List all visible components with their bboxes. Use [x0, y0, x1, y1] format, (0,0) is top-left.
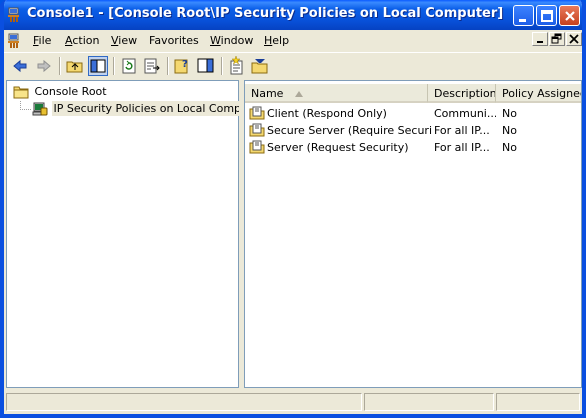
ip-security-policy-icon — [249, 123, 265, 137]
refresh-icon — [122, 58, 136, 74]
help-icon: ? — [174, 59, 188, 74]
close-icon — [569, 34, 579, 44]
column-header-label: Name — [251, 87, 284, 100]
tree-connector — [20, 109, 31, 110]
child-restore-button[interactable] — [549, 32, 565, 46]
column-header-name[interactable]: Name — [245, 84, 428, 103]
column-header-policy-assigned[interactable]: Policy Assigned — [496, 84, 582, 103]
minimize-icon — [537, 41, 543, 43]
list-item[interactable]: Server (Request Security) For all IP... … — [247, 139, 581, 156]
column-header-label: Description — [434, 87, 496, 100]
menu-bar: File Action View Favorites Window Help — [4, 30, 582, 52]
manage-filters-icon — [251, 59, 268, 74]
list-item[interactable]: Client (Respond Only) Communi... No — [247, 105, 581, 122]
menu-favorites[interactable]: Favorites — [149, 34, 199, 47]
policy-description: Communi... — [434, 107, 496, 120]
list-item[interactable]: Secure Server (Require Security) For all… — [247, 122, 581, 139]
close-icon — [565, 11, 575, 21]
forward-button[interactable] — [34, 56, 54, 76]
sort-ascending-icon — [295, 91, 303, 97]
policy-assigned: No — [502, 141, 517, 154]
mmc-window: Console1 - [Console Root\IP Security Pol… — [0, 0, 586, 418]
minimize-icon — [519, 19, 526, 22]
export-list-button[interactable] — [142, 56, 162, 76]
forward-icon — [37, 59, 51, 73]
menu-window[interactable]: Window — [210, 34, 253, 47]
menu-file[interactable]: File — [33, 34, 51, 47]
folder-icon — [13, 86, 29, 99]
show-hide-tree-button[interactable] — [88, 56, 108, 76]
export-list-icon — [144, 58, 160, 74]
child-close-button[interactable] — [566, 32, 582, 46]
tree-node-console-root[interactable]: Console Root — [13, 84, 109, 100]
show-hide-tree-icon — [90, 59, 106, 73]
child-minimize-button[interactable] — [532, 32, 548, 46]
policy-name: Server (Request Security) — [267, 141, 409, 154]
status-panel — [496, 393, 580, 411]
status-bar — [4, 390, 582, 414]
mmc-console-icon — [8, 7, 19, 22]
up-one-level-icon — [66, 61, 83, 73]
tree-node-label: IP Security Policies on Local Computer — [51, 101, 266, 116]
toolbar-separator — [59, 57, 61, 75]
show-hide-action-pane-icon — [197, 58, 214, 73]
title-bar[interactable]: Console1 - [Console Root\IP Security Pol… — [4, 0, 582, 30]
mmc-document-icon[interactable] — [6, 32, 24, 50]
help-button[interactable]: ? — [173, 56, 193, 76]
tree-node-ip-security-policies[interactable]: IP Security Policies on Local Computer — [32, 101, 266, 117]
policy-description: For all IP... — [434, 141, 490, 154]
refresh-button[interactable] — [119, 56, 139, 76]
toolbar: ? — [4, 52, 582, 79]
toolbar-separator — [221, 57, 223, 75]
ip-security-policy-icon — [249, 106, 265, 120]
maximize-icon — [541, 10, 553, 22]
menu-view[interactable]: View — [111, 34, 137, 47]
status-panel — [364, 393, 494, 411]
policy-assigned: No — [502, 124, 517, 137]
policy-assigned: No — [502, 107, 517, 120]
policy-name: Client (Respond Only) — [267, 107, 387, 120]
close-button[interactable] — [559, 5, 580, 26]
column-header-label: Policy Assigned — [502, 87, 582, 100]
maximize-button[interactable] — [536, 5, 557, 26]
column-header-description[interactable]: Description — [428, 84, 496, 103]
new-policy-icon — [230, 55, 243, 75]
toolbar-separator — [113, 57, 115, 75]
restore-icon — [551, 33, 562, 44]
console-tree[interactable]: Console Root IP Security Policies on Loc… — [6, 80, 266, 388]
policy-description: For all IP... — [434, 124, 490, 137]
status-panel — [6, 393, 362, 411]
ip-security-computer-icon — [32, 102, 48, 116]
menu-help[interactable]: Help — [264, 34, 289, 47]
policy-name: Secure Server (Require Security) — [267, 124, 432, 137]
menu-action[interactable]: Action — [65, 34, 99, 47]
minimize-button[interactable] — [513, 5, 534, 26]
new-policy-button[interactable] — [227, 55, 247, 76]
up-one-level-button[interactable] — [65, 56, 85, 76]
manage-filters-button[interactable] — [250, 56, 270, 76]
back-button[interactable] — [10, 56, 30, 76]
window-title: Console1 - [Console Root\IP Security Pol… — [27, 6, 504, 21]
show-hide-action-pane-button[interactable] — [196, 56, 216, 76]
tree-node-label: Console Root — [34, 85, 107, 98]
back-icon — [13, 59, 27, 73]
svg-text:?: ? — [182, 59, 188, 70]
ip-security-policy-icon — [249, 140, 265, 154]
results-list[interactable]: Name Description Policy Assigned Client … — [244, 80, 582, 388]
toolbar-separator — [167, 57, 169, 75]
